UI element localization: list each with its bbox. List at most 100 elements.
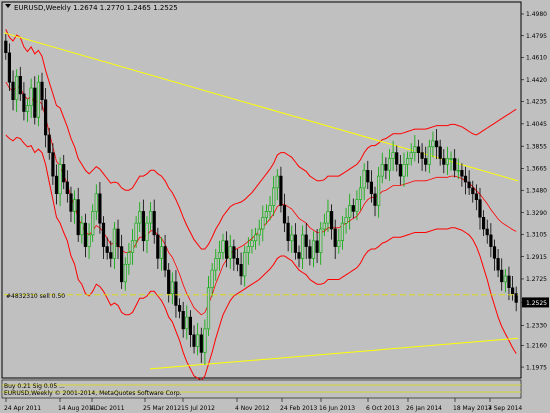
y-tick-label: 1.1975 — [526, 364, 547, 371]
candle-body — [210, 269, 214, 289]
candle-body — [76, 199, 80, 236]
candle-body — [22, 93, 26, 112]
candle-body — [221, 240, 225, 253]
y-tick-label: 1.4420 — [526, 77, 547, 84]
candle-body — [351, 205, 355, 212]
candle-body — [467, 181, 471, 189]
candle-body — [40, 81, 44, 100]
candle-body — [152, 211, 156, 236]
candle-body — [138, 211, 142, 224]
candle-body — [80, 222, 84, 236]
candle-body — [279, 175, 283, 206]
x-tick-label: 24 Feb 2013 — [280, 405, 318, 412]
candle-body — [485, 228, 489, 236]
candle-body — [358, 187, 363, 200]
candle-body — [275, 175, 279, 189]
candle-body — [463, 175, 468, 183]
y-tick-label: 1.2160 — [526, 343, 547, 350]
candle-body — [261, 217, 265, 230]
price-chart[interactable]: EURUSD,Weekly 1.2674 1.2770 1.2465 1.252… — [0, 0, 550, 413]
candle-body — [141, 211, 146, 242]
candle-body — [225, 240, 229, 259]
candle-body — [232, 246, 236, 259]
candle-body — [445, 158, 450, 165]
candle-body — [188, 316, 193, 336]
order-label[interactable]: #4832310 sell 0.50 — [6, 293, 65, 300]
x-tick-label: 4 Nov 2012 — [235, 405, 270, 412]
candle-body — [315, 240, 319, 253]
candle-body — [427, 146, 431, 165]
candle-body — [293, 234, 298, 253]
candle-body — [369, 181, 374, 194]
candle-body — [167, 269, 171, 294]
candle-body — [254, 234, 258, 242]
candle-body — [402, 164, 406, 177]
x-tick-label: 6 Oct 2013 — [366, 405, 399, 412]
candle-body — [474, 193, 479, 201]
candle-body — [134, 222, 138, 242]
candle-body — [185, 316, 189, 330]
candle-body — [286, 222, 290, 242]
y-tick-label: 1.3665 — [526, 166, 547, 173]
candle-body — [319, 228, 323, 253]
candle-body — [127, 252, 131, 265]
candle-body — [246, 246, 250, 253]
candle-body — [4, 40, 8, 53]
candle-body — [174, 281, 178, 306]
indicator-text: Buy 0.21 Sig 0.05 ... — [4, 383, 65, 390]
candle-body — [326, 211, 330, 224]
candle-body — [438, 146, 442, 159]
candle-body — [478, 199, 482, 218]
candle-body — [500, 269, 504, 283]
candle-body — [344, 217, 348, 224]
candle-body — [489, 234, 493, 247]
y-tick-label: 1.2915 — [526, 254, 547, 261]
y-tick-label: 1.4980 — [526, 11, 547, 18]
candle-body — [420, 152, 424, 159]
candle-body — [98, 193, 102, 224]
candle-body — [431, 140, 435, 148]
candle-body — [178, 305, 182, 312]
candle-body — [355, 199, 359, 212]
candle-body — [91, 211, 95, 236]
y-tick-label: 1.3480 — [526, 187, 547, 194]
candle-body — [405, 158, 410, 165]
candle-body — [51, 152, 55, 177]
chart-window: EURUSD,Weekly 1.2674 1.2770 1.2465 1.252… — [0, 0, 550, 413]
candle-body — [510, 287, 515, 294]
candle-body — [373, 193, 377, 206]
candle-body — [348, 205, 352, 218]
candle-body — [398, 164, 403, 177]
candle-body — [192, 334, 196, 347]
candle-body — [43, 99, 48, 136]
x-tick-label: 24 Apr 2011 — [4, 405, 41, 412]
candle-body — [11, 81, 15, 100]
candle-body — [304, 234, 308, 247]
candle-body — [47, 134, 51, 153]
candle-body — [112, 228, 116, 259]
candle-body — [456, 170, 460, 172]
candle-body — [503, 275, 507, 283]
candle-body — [387, 158, 392, 171]
y-tick-label: 1.3105 — [526, 232, 547, 239]
candle-body — [15, 76, 19, 101]
current-price-label: 1.2525 — [526, 300, 547, 307]
candle-body — [29, 87, 33, 106]
candle-body — [145, 222, 149, 242]
candle-body — [206, 287, 211, 330]
y-tick-label: 1.4795 — [526, 33, 547, 40]
chart-background — [0, 0, 550, 413]
candle-body — [214, 258, 218, 271]
candle-body — [109, 252, 113, 259]
candle-body — [62, 164, 66, 183]
candle-body — [290, 234, 294, 242]
x-tick-label: 4 Dec 2011 — [90, 405, 125, 412]
candle-body — [149, 211, 153, 224]
y-tick-label: 1.3855 — [526, 143, 547, 150]
candle-body — [25, 105, 30, 112]
x-tick-label: 25 Mar 2012 — [143, 405, 181, 412]
candle-body — [282, 205, 287, 224]
symbol-header: EURUSD,Weekly 1.2674 1.2770 1.2465 1.252… — [14, 4, 178, 12]
candle-body — [272, 187, 276, 206]
candle-body — [123, 263, 127, 283]
